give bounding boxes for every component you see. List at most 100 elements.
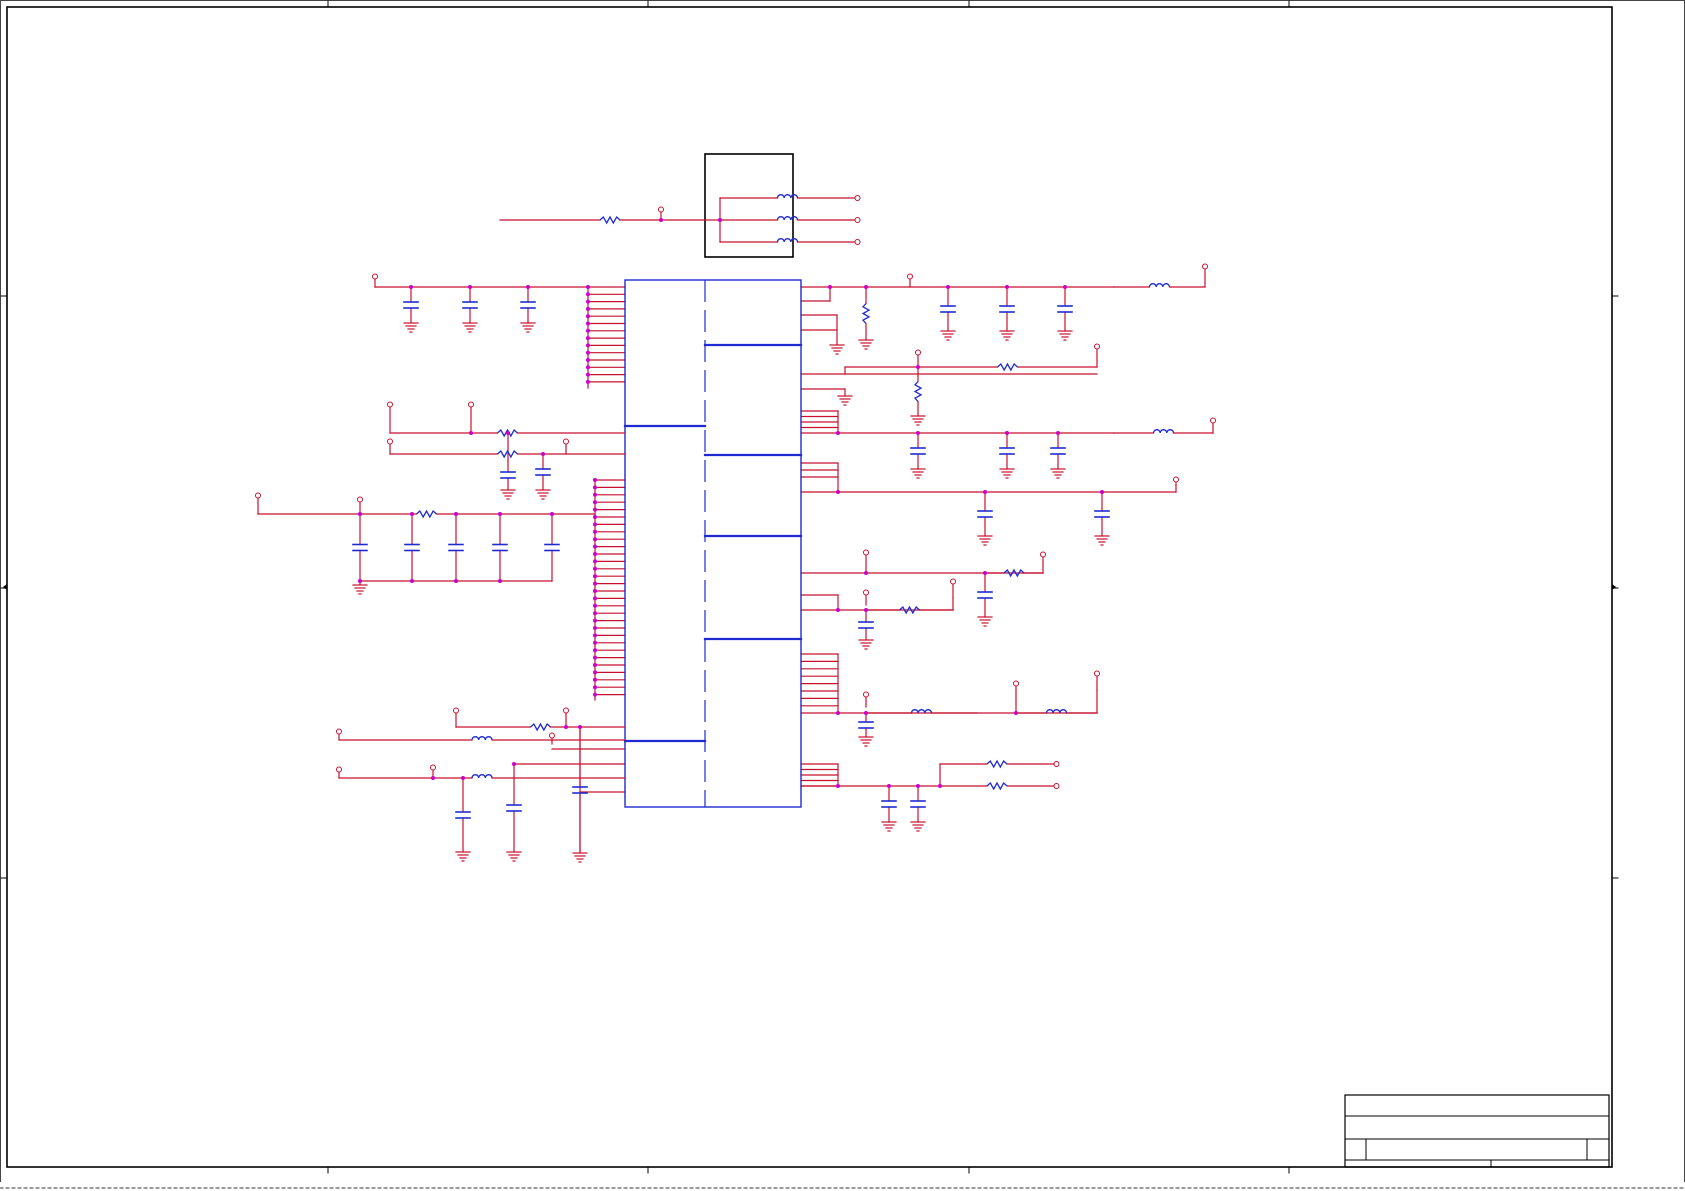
power-port-head [1210, 417, 1216, 424]
power-port-head [863, 589, 869, 596]
resistor [257, 509, 596, 519]
junction-dot [593, 559, 597, 564]
power-port-head [950, 578, 956, 585]
junction-dot [593, 522, 597, 527]
junction-dot [506, 431, 510, 435]
power-port [387, 401, 393, 434]
junction-dot [983, 571, 987, 575]
resistor-body [997, 362, 1018, 372]
junction-dot [593, 648, 597, 653]
junction-dot [564, 725, 568, 729]
junction-dot [586, 314, 590, 319]
wire-layer [359, 197, 1177, 853]
inductor-coil [776, 238, 799, 243]
junction-dot [586, 299, 590, 304]
ground-symbol [500, 489, 516, 500]
power-port [387, 438, 393, 455]
power-port [336, 728, 342, 741]
ground-symbol [837, 395, 853, 406]
capacitor [910, 785, 926, 823]
junction-dot [983, 490, 987, 494]
junction-dot [593, 596, 597, 601]
resistor [939, 759, 1055, 769]
junction-dot [864, 711, 868, 715]
power-port-head [336, 766, 342, 773]
capacitor [404, 513, 420, 582]
capacitor [506, 763, 522, 853]
junction-dot [468, 285, 472, 289]
junction-dot [593, 537, 597, 542]
junction-dot [586, 372, 590, 377]
capacitor [403, 286, 419, 324]
power-port-head [430, 764, 436, 771]
junction-dot [1005, 285, 1009, 289]
ic-body [623, 279, 803, 808]
title-block [1344, 1094, 1610, 1168]
junction-dot [461, 776, 465, 780]
ground-symbol [462, 322, 478, 333]
schematic-canvas [0, 0, 1685, 1191]
junction-dot [864, 608, 868, 612]
power-port [1173, 476, 1179, 493]
ground-symbol [1094, 535, 1110, 546]
ground-symbol [858, 736, 874, 747]
junction-dot [946, 285, 950, 289]
junction-dot [593, 663, 597, 667]
inductor [1113, 429, 1214, 434]
junction-dot [593, 581, 597, 586]
ground-symbol [999, 330, 1015, 341]
inductor-coil [1152, 429, 1175, 434]
junction-dot [593, 633, 597, 638]
power-port [1013, 680, 1019, 697]
power-port-head [915, 349, 921, 356]
resistor [499, 215, 721, 225]
power-port [563, 438, 569, 455]
ground-symbol [977, 616, 993, 627]
junction-dot [593, 552, 597, 556]
ground-symbol [403, 322, 419, 333]
junction-dot [586, 379, 590, 384]
junction-dot [498, 512, 502, 516]
capacitor [500, 459, 516, 491]
junction-dot [593, 507, 597, 512]
power-port-head [336, 728, 342, 735]
power-port [863, 549, 869, 574]
junction-dot [836, 784, 840, 788]
power-port-head [387, 401, 393, 408]
junction-dot [1056, 431, 1060, 435]
power-port [863, 691, 869, 708]
junction-dot [1100, 490, 1104, 494]
junction-dot [593, 603, 597, 608]
inductor [719, 194, 856, 199]
capacitor [1094, 491, 1110, 537]
power-port-head [453, 707, 459, 714]
inductor [1113, 283, 1206, 288]
inductor-coil [1148, 283, 1171, 288]
capacitor [977, 572, 993, 618]
junction-dot [836, 711, 840, 715]
inductor [719, 238, 856, 243]
power-port [915, 349, 921, 368]
power-port-head [255, 492, 261, 499]
capacitor [999, 432, 1015, 470]
title-block-box [1344, 1094, 1610, 1168]
resistor [939, 781, 1055, 791]
junction-dot [593, 692, 597, 697]
capacitor [544, 513, 560, 582]
power-port-head [1040, 551, 1046, 558]
power-port [468, 401, 474, 434]
inductor [338, 774, 626, 779]
junction-dot [586, 343, 590, 348]
capacitor [492, 513, 508, 582]
junction-dot [409, 285, 413, 289]
junction-dot [836, 431, 840, 435]
junction-dot [1063, 285, 1067, 289]
capacitor [1050, 432, 1066, 470]
ground-symbol [572, 852, 588, 863]
junction-dot [916, 365, 920, 369]
resistor-body [861, 303, 871, 324]
junction-dot [593, 618, 597, 623]
inductor-coil [471, 736, 493, 741]
power-port-head [549, 732, 555, 739]
junction-dot [431, 776, 435, 780]
